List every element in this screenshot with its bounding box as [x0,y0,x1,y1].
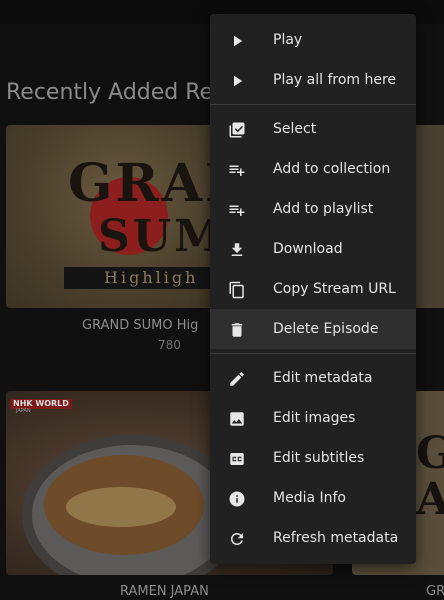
menu-item-label: Edit images [273,410,356,426]
episode-card-grand-sumo[interactable]: GRAN SUM Highligh [6,125,236,308]
thumbnail-image [412,125,444,308]
subtitles-icon [230,453,244,465]
thumbnail-logo-line2: SUM [98,211,226,262]
info-icon [229,491,245,507]
section-title: Recently Added Rec [6,80,226,105]
context-menu: Play Play all from here Select Add to co… [210,14,416,564]
download-icon [231,243,243,256]
menu-item-label: Download [273,241,343,257]
menu-item-edit-metadata[interactable]: Edit metadata [210,358,416,398]
card-title[interactable]: GR [426,584,444,599]
menu-item-label: Select [273,121,317,137]
checkbox-multiple-icon [229,122,245,138]
menu-item-label: Add to collection [273,161,391,177]
menu-item-select[interactable]: Select [210,109,416,149]
menu-item-delete-episode[interactable]: Delete Episode [210,309,416,349]
menu-item-refresh-metadata[interactable]: Refresh metadata [210,518,416,558]
copy-icon [229,281,244,299]
card-title[interactable]: RAMEN JAPAN [120,584,209,599]
image-icon [230,412,244,426]
menu-item-download[interactable]: Download [210,229,416,269]
episode-card-partial-right[interactable] [412,125,444,308]
menu-item-add-to-collection[interactable]: Add to collection [210,149,416,189]
play-icon [234,75,243,87]
nhk-world-logo-sub: JAPAN [16,408,31,414]
card-subtitle: 780 [158,338,181,352]
card-title[interactable]: GRAND SUMO Hig [82,318,198,333]
menu-item-play-all[interactable]: Play all from here [210,60,416,100]
menu-divider [210,104,416,105]
play-icon [234,35,243,47]
menu-item-label: Edit subtitles [273,450,365,466]
menu-item-play[interactable]: Play [210,20,416,60]
menu-item-label: Play all from here [273,72,397,88]
ramen-noodles [66,487,176,527]
menu-divider [210,353,416,354]
trash-icon [231,323,243,337]
menu-item-media-info[interactable]: Media Info [210,478,416,518]
menu-item-edit-subtitles[interactable]: Edit subtitles [210,438,416,478]
menu-item-edit-images[interactable]: Edit images [210,398,416,438]
menu-item-copy-stream-url[interactable]: Copy Stream URL [210,269,416,309]
playlist-add-icon [229,165,245,176]
menu-item-label: Copy Stream URL [273,281,396,297]
refresh-icon [231,533,243,545]
menu-item-label: Delete Episode [273,321,379,337]
menu-item-label: Add to playlist [273,201,374,217]
menu-item-label: Edit metadata [273,370,373,386]
thumbnail-logo: GA [416,428,444,526]
menu-item-label: Play [273,32,303,48]
menu-item-add-to-playlist[interactable]: Add to playlist [210,189,416,229]
playlist-add-icon [229,205,245,216]
menu-item-label: Media Info [273,490,346,506]
thumbnail-banner-text: Highligh [104,268,199,287]
menu-item-label: Refresh metadata [273,530,399,546]
pencil-icon [230,372,244,386]
